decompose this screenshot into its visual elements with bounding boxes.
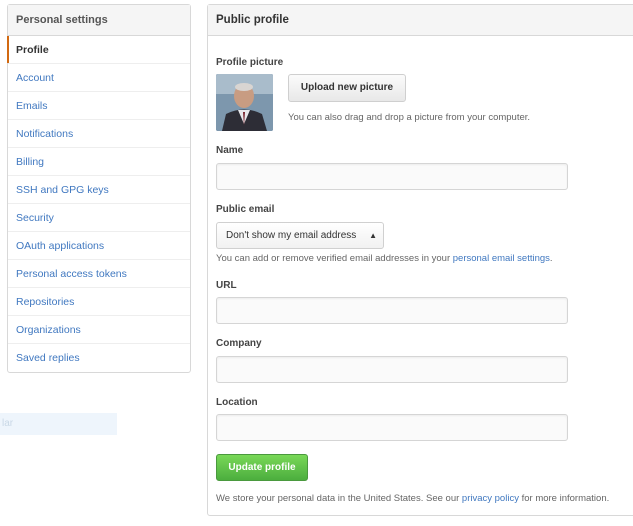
public-email-label: Public email [216, 204, 275, 215]
sidebar-item-emails[interactable]: Emails [8, 92, 190, 120]
privacy-footer-text: We store your personal data in the Unite… [216, 493, 462, 504]
url-input[interactable] [216, 297, 568, 324]
sidebar-title: Personal settings [8, 5, 190, 36]
sidebar-item-saved-replies[interactable]: Saved replies [8, 344, 190, 372]
email-hint-text: You can add or remove verified email add… [216, 253, 453, 264]
sidebar-item-oauth-applications[interactable]: OAuth applications [8, 232, 190, 260]
sidebar-item-account[interactable]: Account [8, 64, 190, 92]
location-input[interactable] [216, 414, 568, 441]
sidebar-item-repositories[interactable]: Repositories [8, 288, 190, 316]
name-label: Name [216, 145, 244, 156]
privacy-policy-link[interactable]: privacy policy [462, 493, 519, 504]
name-input[interactable] [216, 163, 568, 190]
personal-email-settings-link[interactable]: personal email settings [453, 253, 550, 264]
email-hint: You can add or remove verified email add… [216, 253, 553, 264]
sidebar-item-security[interactable]: Security [8, 204, 190, 232]
email-hint-suffix: . [549, 253, 553, 264]
location-label: Location [216, 397, 258, 408]
faded-text-fragment: lar [0, 413, 117, 435]
privacy-footer: We store your personal data in the Unite… [216, 493, 609, 504]
avatar-portrait [216, 74, 273, 131]
public-profile-panel: Public profile Profile picture Upload ne… [207, 4, 633, 516]
update-profile-button[interactable]: Update profile [216, 454, 308, 481]
sidebar-item-notifications[interactable]: Notifications [8, 120, 190, 148]
select-arrows-icon: ▲ [369, 231, 377, 240]
company-input[interactable] [216, 356, 568, 383]
sidebar-item-personal-access-tokens[interactable]: Personal access tokens [8, 260, 190, 288]
public-email-select[interactable]: Don't show my email address ▲ [216, 222, 384, 249]
public-email-selected-value: Don't show my email address [226, 230, 357, 241]
upload-hint: You can also drag and drop a picture fro… [288, 112, 531, 123]
upload-new-picture-button[interactable]: Upload new picture [288, 74, 406, 102]
privacy-footer-suffix: for more information. [518, 493, 610, 504]
avatar [216, 74, 273, 131]
profile-picture-label: Profile picture [216, 57, 284, 68]
sidebar-item-ssh-gpg-keys[interactable]: SSH and GPG keys [8, 176, 190, 204]
sidebar-item-billing[interactable]: Billing [8, 148, 190, 176]
sidebar-item-organizations[interactable]: Organizations [8, 316, 190, 344]
panel-title: Public profile [208, 5, 633, 36]
settings-sidebar: Personal settings Profile Account Emails… [7, 4, 191, 373]
url-label: URL [216, 280, 237, 291]
company-label: Company [216, 338, 262, 349]
sidebar-item-profile[interactable]: Profile [7, 36, 190, 64]
